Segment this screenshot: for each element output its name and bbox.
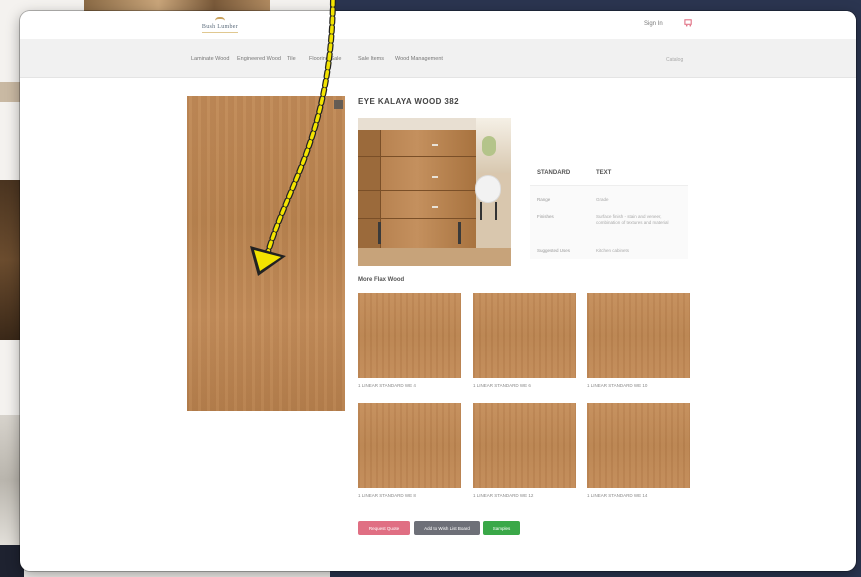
nav-item-sale[interactable]: Sale Items (358, 56, 384, 62)
related-tile-label[interactable]: 1 LINEAR STANDARD WE 12 (473, 493, 533, 498)
photo-drawer-line (358, 156, 476, 157)
spec-row-label: Finishes (537, 214, 554, 219)
photo-plant (482, 136, 496, 156)
samples-button[interactable]: Samples (483, 521, 520, 535)
spec-table: STANDARD TEXT Range Grade Finishes Surfa… (530, 159, 688, 259)
main-nav: Laminate Wood Engineered Wood Tile Floor… (20, 39, 856, 78)
related-section-title: More Flax Wood (358, 277, 405, 283)
room-photo[interactable] (358, 118, 511, 266)
cart-icon[interactable] (684, 18, 693, 27)
spec-row-label: Range (537, 197, 551, 202)
product-title: EYE KALAYA WOOD 382 (358, 97, 459, 106)
background-marble-thumb (0, 415, 20, 545)
logo-text: Bush Lumber (201, 24, 239, 30)
spec-row-label: Suggested Uses (537, 248, 571, 253)
site-logo[interactable]: Bush Lumber (196, 17, 244, 33)
logo-mark-icon (215, 17, 225, 23)
photo-chair-leg (495, 202, 497, 220)
site-header: Bush Lumber Sign In (20, 11, 856, 40)
nav-item-tile[interactable]: Tile (287, 56, 296, 62)
spec-col2-header: TEXT (596, 170, 612, 176)
related-tile[interactable] (358, 403, 461, 488)
browser-window: Bush Lumber Sign In Laminate Wood Engine… (20, 11, 856, 571)
photo-handle (432, 206, 438, 208)
related-tile-label[interactable]: 1 LINEAR STANDARD WE 4 (358, 383, 416, 388)
photo-cabinet-leg (378, 222, 381, 244)
photo-chair (476, 176, 500, 202)
related-tile[interactable] (587, 293, 690, 378)
nav-item-wood-management[interactable]: Wood Management (395, 56, 443, 62)
spec-row-value: Grade (596, 197, 609, 202)
related-tile-label[interactable]: 1 LINEAR STANDARD WE 8 (358, 493, 416, 498)
sign-in-link[interactable]: Sign In (644, 21, 663, 27)
spec-row-value: Kitchen cabinets (596, 248, 630, 253)
request-quote-button[interactable]: Request Quote (358, 521, 410, 535)
related-tile[interactable] (473, 403, 576, 488)
related-tile-label[interactable]: 1 LINEAR STANDARD WE 10 (587, 383, 647, 388)
nav-item-engineered[interactable]: Engineered Wood (237, 56, 281, 62)
related-tile[interactable] (358, 293, 461, 378)
spec-header: STANDARD TEXT (530, 159, 688, 186)
nav-catalog-link[interactable]: Catalog (666, 57, 683, 63)
spec-col1-header: STANDARD (537, 170, 571, 176)
photo-handle (432, 144, 438, 146)
photo-floor (358, 248, 511, 266)
background-thumb (0, 82, 20, 102)
nav-item-flooring-sale[interactable]: Flooring Sale (309, 56, 341, 62)
related-tile[interactable] (587, 403, 690, 488)
related-tile-label[interactable]: 1 LINEAR STANDARD WE 14 (587, 493, 647, 498)
related-tile-label[interactable]: 1 LINEAR STANDARD WE 6 (473, 383, 531, 388)
background-wood-thumb (0, 180, 20, 340)
photo-drawer-line (358, 190, 476, 191)
spec-row-value: Surface finish - stain and veneer, combi… (596, 214, 669, 225)
photo-handle (432, 176, 438, 178)
expand-icon[interactable] (334, 100, 343, 109)
photo-drawer-line (358, 218, 476, 219)
photo-cabinet-leg (458, 222, 461, 244)
related-tile[interactable] (473, 293, 576, 378)
wishlist-button[interactable]: Add to Wish List Board (414, 521, 480, 535)
nav-item-laminate[interactable]: Laminate Wood (191, 56, 229, 62)
logo-underline (202, 32, 238, 33)
main-wood-swatch[interactable] (187, 96, 345, 411)
photo-chair-leg (480, 202, 482, 220)
